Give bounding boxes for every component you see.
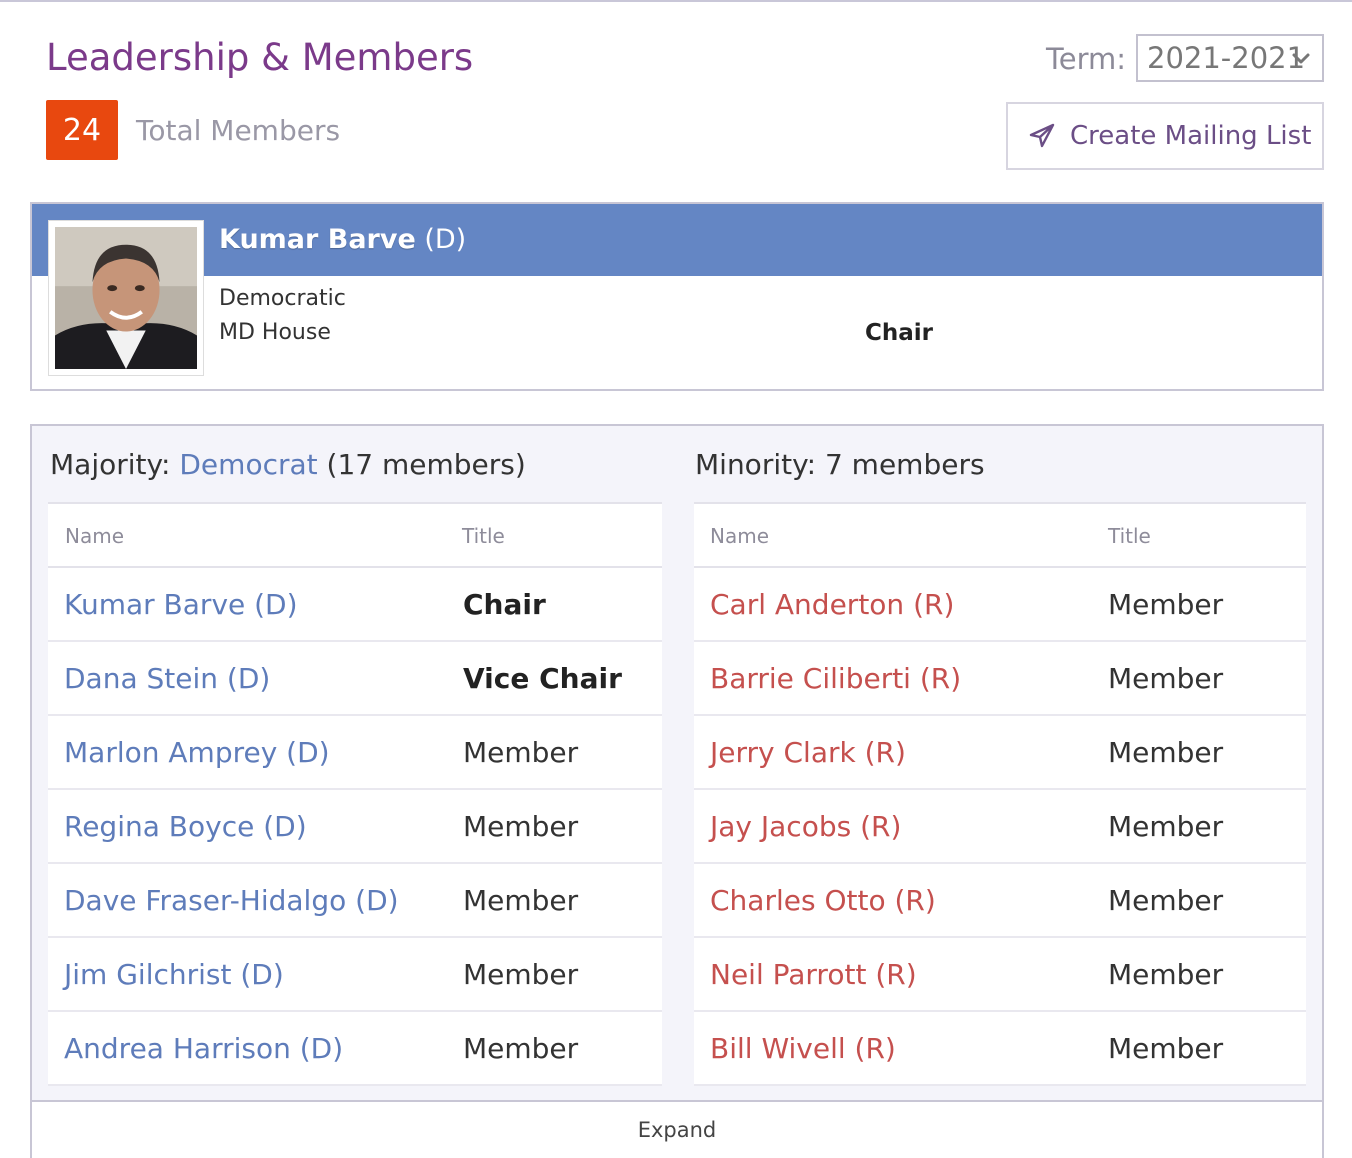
member-title: Member — [1108, 1032, 1224, 1065]
member-title: Member — [1108, 884, 1224, 917]
table-row: Dave Fraser-Hidalgo (D) Member — [48, 864, 662, 938]
member-title: Member — [1108, 736, 1224, 769]
table-row: Regina Boyce (D) Member — [48, 790, 662, 864]
create-mailing-list-label: Create Mailing List — [1070, 121, 1312, 151]
minority-table: Name Title Carl Anderton (R) Member Barrie… — [694, 502, 1306, 1086]
table-row: Dana Stein (D) Vice Chair — [48, 642, 662, 716]
member-title: Member — [1108, 588, 1224, 621]
table-row: Marlon Amprey (D) Member — [48, 716, 662, 790]
leader-photo[interactable] — [48, 220, 204, 376]
member-title: Member — [463, 736, 579, 769]
member-title: Member — [463, 1032, 579, 1065]
member-title: Member — [1108, 958, 1224, 991]
table-row: Charles Otto (R) Member — [694, 864, 1306, 938]
member-name-link[interactable]: Dave Fraser-Hidalgo (D) — [64, 884, 399, 917]
table-row: Barrie Ciliberti (R) Member — [694, 642, 1306, 716]
majority-heading: Majority: Democrat (17 members) — [50, 448, 526, 481]
member-name-link[interactable]: Regina Boyce (D) — [64, 810, 307, 843]
member-name-link[interactable]: Charles Otto (R) — [710, 884, 936, 917]
top-divider — [0, 0, 1352, 2]
table-row: Carl Anderton (R) Member — [694, 568, 1306, 642]
leader-chamber: MD House — [219, 320, 331, 345]
member-name-link[interactable]: Jay Jacobs (R) — [710, 810, 901, 843]
column-header-title[interactable]: Title — [1108, 524, 1151, 548]
majority-party-link[interactable]: Democrat — [179, 448, 317, 481]
create-mailing-list-button[interactable]: Create Mailing List — [1006, 102, 1324, 170]
table-row: Jerry Clark (R) Member — [694, 716, 1306, 790]
table-header: Name Title — [694, 502, 1306, 568]
member-title: Chair — [463, 588, 546, 621]
leader-role: Chair — [865, 320, 934, 346]
chevron-down-icon — [1292, 53, 1310, 64]
member-name-link[interactable]: Jerry Clark (R) — [710, 736, 906, 769]
member-name-link[interactable]: Jim Gilchrist (D) — [64, 958, 284, 991]
member-name-link[interactable]: Barrie Ciliberti (R) — [710, 662, 961, 695]
member-name-link[interactable]: Kumar Barve (D) — [64, 588, 298, 621]
column-header-name[interactable]: Name — [710, 524, 769, 548]
member-title: Member — [1108, 662, 1224, 695]
table-row: Neil Parrott (R) Member — [694, 938, 1306, 1012]
majority-table: Name Title Kumar Barve (D) Chair Dana Stei… — [48, 502, 662, 1086]
member-title: Member — [463, 810, 579, 843]
member-name-link[interactable]: Marlon Amprey (D) — [64, 736, 330, 769]
member-title: Member — [463, 958, 579, 991]
member-name-link[interactable]: Dana Stein (D) — [64, 662, 270, 695]
member-name-link[interactable]: Neil Parrott (R) — [710, 958, 917, 991]
member-title: Member — [1108, 810, 1224, 843]
table-row: Kumar Barve (D) Chair — [48, 568, 662, 642]
member-title: Vice Chair — [463, 662, 622, 695]
portrait-image — [55, 227, 197, 369]
page-title: Leadership & Members — [46, 36, 474, 79]
paper-plane-icon — [1029, 123, 1055, 148]
table-row: Jay Jacobs (R) Member — [694, 790, 1306, 864]
member-name-link[interactable]: Andrea Harrison (D) — [64, 1032, 343, 1065]
column-header-title[interactable]: Title — [462, 524, 505, 548]
column-header-name[interactable]: Name — [65, 524, 124, 548]
member-title: Member — [463, 884, 579, 917]
term-label: Term: — [1046, 42, 1127, 76]
leader-card: Kumar Barve (D) Democratic MD House Chai… — [30, 202, 1324, 391]
term-select[interactable]: 2021-2021 — [1136, 34, 1324, 82]
minority-heading: Minority: 7 members — [695, 448, 985, 481]
table-header: Name Title — [48, 502, 662, 568]
table-row: Jim Gilchrist (D) Member — [48, 938, 662, 1012]
leader-party: Democratic — [219, 286, 346, 311]
table-row: Andrea Harrison (D) Member — [48, 1012, 662, 1086]
total-members-label: Total Members — [136, 114, 341, 147]
leader-name[interactable]: Kumar Barve (D) — [219, 224, 466, 255]
expand-button[interactable]: Expand — [30, 1100, 1324, 1158]
member-name-link[interactable]: Carl Anderton (R) — [710, 588, 954, 621]
total-members-badge: 24 — [46, 100, 118, 160]
term-value: 2021-2021 — [1147, 41, 1306, 75]
member-name-link[interactable]: Bill Wivell (R) — [710, 1032, 896, 1065]
members-panel: Majority: Democrat (17 members) Minority… — [30, 424, 1324, 1158]
table-row: Bill Wivell (R) Member — [694, 1012, 1306, 1086]
